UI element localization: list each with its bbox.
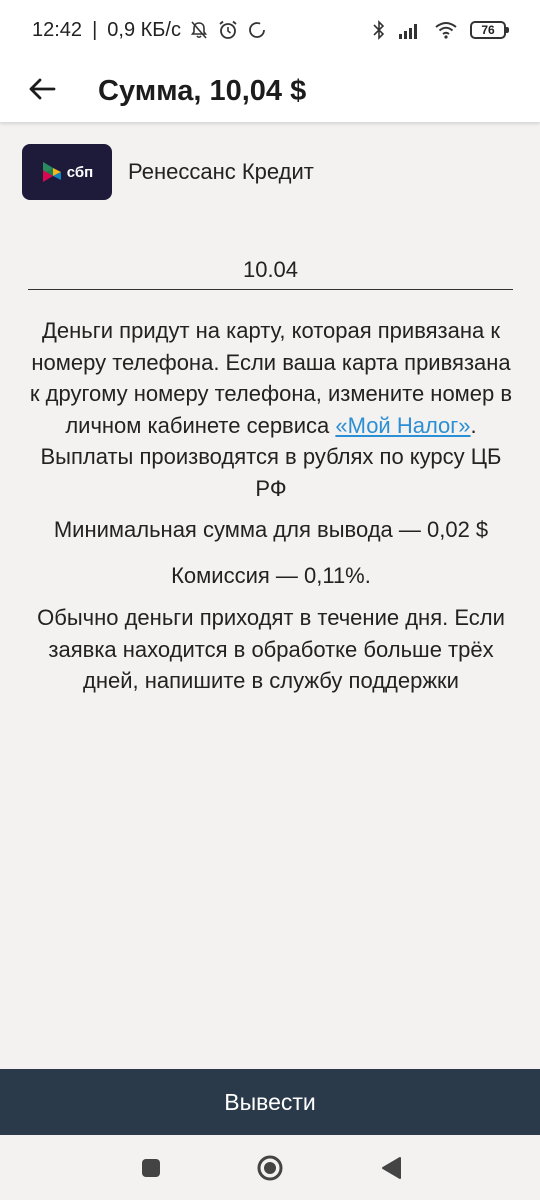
amount-input[interactable] — [28, 256, 513, 283]
system-back-button[interactable] — [378, 1155, 404, 1181]
battery-icon: 76 — [470, 21, 509, 39]
back-button[interactable] — [12, 66, 72, 116]
fee-text: Комиссия — 0,11%. — [171, 563, 371, 588]
app-bar: Сумма, 10,04 $ — [0, 60, 540, 122]
bank-row: сбп Ренессанс Кредит — [22, 144, 314, 200]
screen: 12:42 | 0,9 КБ/с 76 Сумма, 10,04 $ сбп Р… — [0, 0, 540, 1200]
status-left: 12:42 | 0,9 КБ/с — [32, 19, 267, 42]
wifi-icon — [434, 20, 458, 40]
withdraw-button[interactable]: Вывести — [0, 1069, 540, 1135]
sbp-logo-mark — [42, 162, 61, 182]
recents-button[interactable] — [138, 1155, 164, 1181]
status-separator: | — [92, 18, 98, 41]
status-bar: 12:42 | 0,9 КБ/с 76 — [0, 0, 540, 60]
status-right: 76 — [372, 20, 509, 40]
circle-icon — [257, 1155, 283, 1181]
triangle-left-icon — [382, 1157, 401, 1179]
home-button[interactable] — [255, 1153, 285, 1183]
arrow-left-icon — [28, 77, 56, 106]
mute-icon — [189, 20, 209, 40]
timing-text: Обычно деньги приходят в течение дня. Ес… — [37, 605, 505, 693]
bluetooth-icon — [372, 20, 386, 40]
status-network-speed: 0,9 КБ/с — [107, 18, 181, 41]
moy-nalog-link[interactable]: «Мой Налог» — [335, 413, 470, 438]
payout-info-text: Деньги придут на карту, которая привязан… — [26, 315, 516, 504]
status-time: 12:42 — [32, 18, 83, 41]
page-title: Сумма, 10,04 $ — [98, 74, 307, 107]
amount-field — [28, 250, 513, 290]
alarm-icon — [217, 19, 239, 41]
system-nav-bar — [0, 1135, 540, 1200]
sync-icon — [247, 20, 267, 40]
sbp-logo: сбп — [22, 144, 112, 200]
min-amount-text: Минимальная сумма для вывода — 0,02 $ — [53, 517, 489, 542]
bank-name: Ренессанс Кредит — [128, 159, 314, 184]
sbp-logo-text: сбп — [66, 163, 94, 181]
signal-icon — [398, 20, 422, 40]
square-icon — [142, 1159, 160, 1177]
